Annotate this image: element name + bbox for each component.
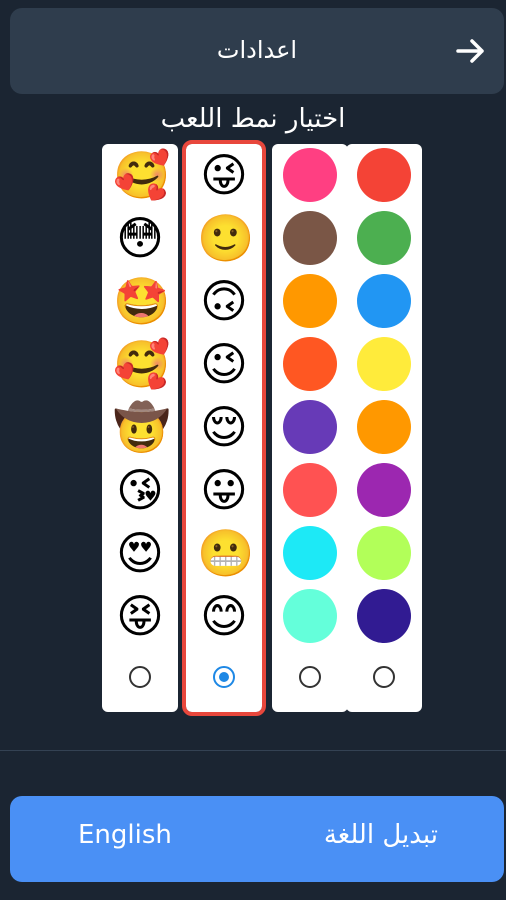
section-title: اختيار نمط اللعب [160,104,346,134]
color-swatch [357,148,411,202]
style-radio-button[interactable] [299,666,321,688]
emoji-icon: 😝 [116,589,164,643]
style-option-1[interactable]: 🥰 😳 🤩 🥰 🤠 😘 😍 😝 [102,144,178,712]
emoji-icon: 😌 [200,400,248,454]
emoji-icon: 😳 [116,211,164,265]
emoji-icon: 😘 [116,463,164,517]
settings-screen: اعدادات اختيار نمط اللعب 🥰 😳 🤩 🥰 🤠 😘 😍 😝 😜 🙂 🙃 😉 😌 😛 😬… [0,0,506,900]
color-swatch [283,211,337,265]
color-swatch [283,463,337,517]
emoji-icon: 😊 [200,589,248,643]
color-swatch [357,463,411,517]
color-swatch [357,211,411,265]
divider [0,750,506,751]
emoji-icon: 😉 [200,337,248,391]
page-title: اعدادات [216,36,298,64]
language-bar[interactable]: English تبديل اللغة [10,796,504,882]
language-switch-label: تبديل اللغة [323,820,438,850]
header-bar: اعدادات [10,8,504,94]
emoji-icon: 🥰 [113,148,171,202]
emoji-icon: 😜 [200,148,248,202]
style-radio-button[interactable] [373,666,395,688]
color-swatch [357,400,411,454]
style-option-3[interactable] [272,144,348,712]
style-radio-button[interactable] [129,666,151,688]
emoji-icon: 🤩 [113,274,171,328]
color-swatch [283,337,337,391]
emoji-icon: 😍 [116,526,164,580]
color-swatch [283,526,337,580]
emoji-icon: 🤠 [113,400,171,454]
color-swatch [357,274,411,328]
language-english-option[interactable]: English [78,820,172,850]
color-swatch [357,526,411,580]
color-swatch [283,274,337,328]
emoji-icon: 🙂 [197,211,255,265]
style-radio-button[interactable] [213,666,235,688]
style-option-4[interactable] [346,144,422,712]
emoji-icon: 🙃 [200,274,248,328]
emoji-icon: 😬 [197,526,255,580]
color-swatch [357,589,411,643]
emoji-icon: 😛 [200,463,248,517]
color-swatch [283,589,337,643]
emoji-icon: 🥰 [113,337,171,391]
style-option-2[interactable]: 😜 🙂 🙃 😉 😌 😛 😬 😊 [182,140,266,716]
color-swatch [283,400,337,454]
color-swatch [283,148,337,202]
color-swatch [357,337,411,391]
arrow-right-icon[interactable] [454,34,488,68]
